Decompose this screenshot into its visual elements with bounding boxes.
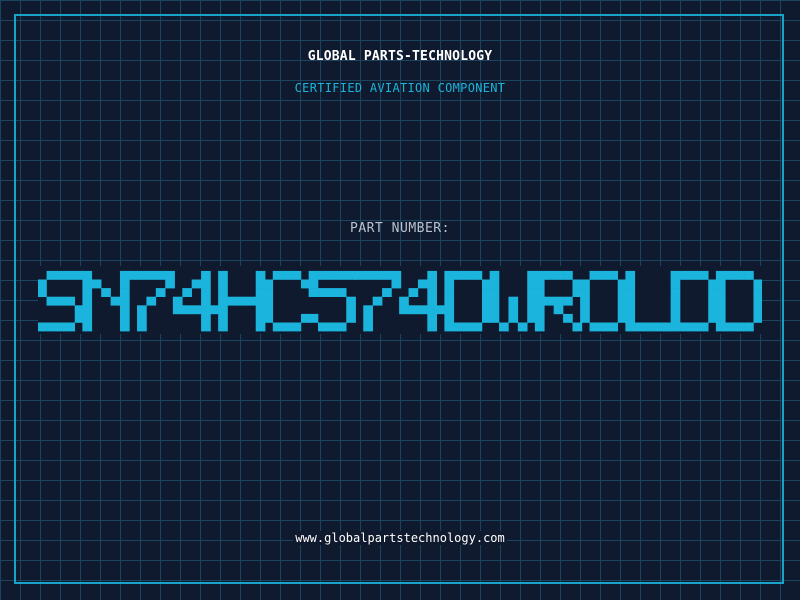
part-number-char bbox=[82, 270, 130, 332]
part-number-char bbox=[489, 270, 537, 332]
part-number-char bbox=[444, 270, 492, 332]
part-number-value bbox=[38, 266, 762, 334]
part-number-char bbox=[670, 270, 718, 332]
part-number-char bbox=[353, 270, 402, 332]
part-number-char bbox=[534, 270, 583, 332]
part-number-pixel-text bbox=[38, 270, 762, 332]
part-number-char bbox=[127, 270, 175, 332]
part-number-char bbox=[399, 270, 447, 332]
company-name: GLOBAL PARTS-TECHNOLOGY bbox=[307, 49, 493, 64]
part-number-label: PART NUMBER: bbox=[350, 221, 450, 236]
part-number-char bbox=[218, 270, 266, 332]
part-number-char bbox=[625, 270, 673, 332]
part-number-char bbox=[172, 270, 221, 332]
label-card: GLOBAL PARTS-TECHNOLOGY CERTIFIED AVIATI… bbox=[0, 0, 800, 600]
website-url-text: www.globalpartstechnology.com bbox=[293, 531, 507, 545]
part-number-char bbox=[263, 270, 311, 332]
part-number-char bbox=[38, 270, 85, 332]
website-url: www.globalpartstechnology.com bbox=[0, 531, 800, 545]
part-number-char bbox=[715, 270, 762, 332]
part-number-char bbox=[308, 270, 356, 332]
part-number-char bbox=[580, 270, 628, 332]
certification-subtitle: CERTIFIED AVIATION COMPONENT bbox=[294, 81, 506, 95]
